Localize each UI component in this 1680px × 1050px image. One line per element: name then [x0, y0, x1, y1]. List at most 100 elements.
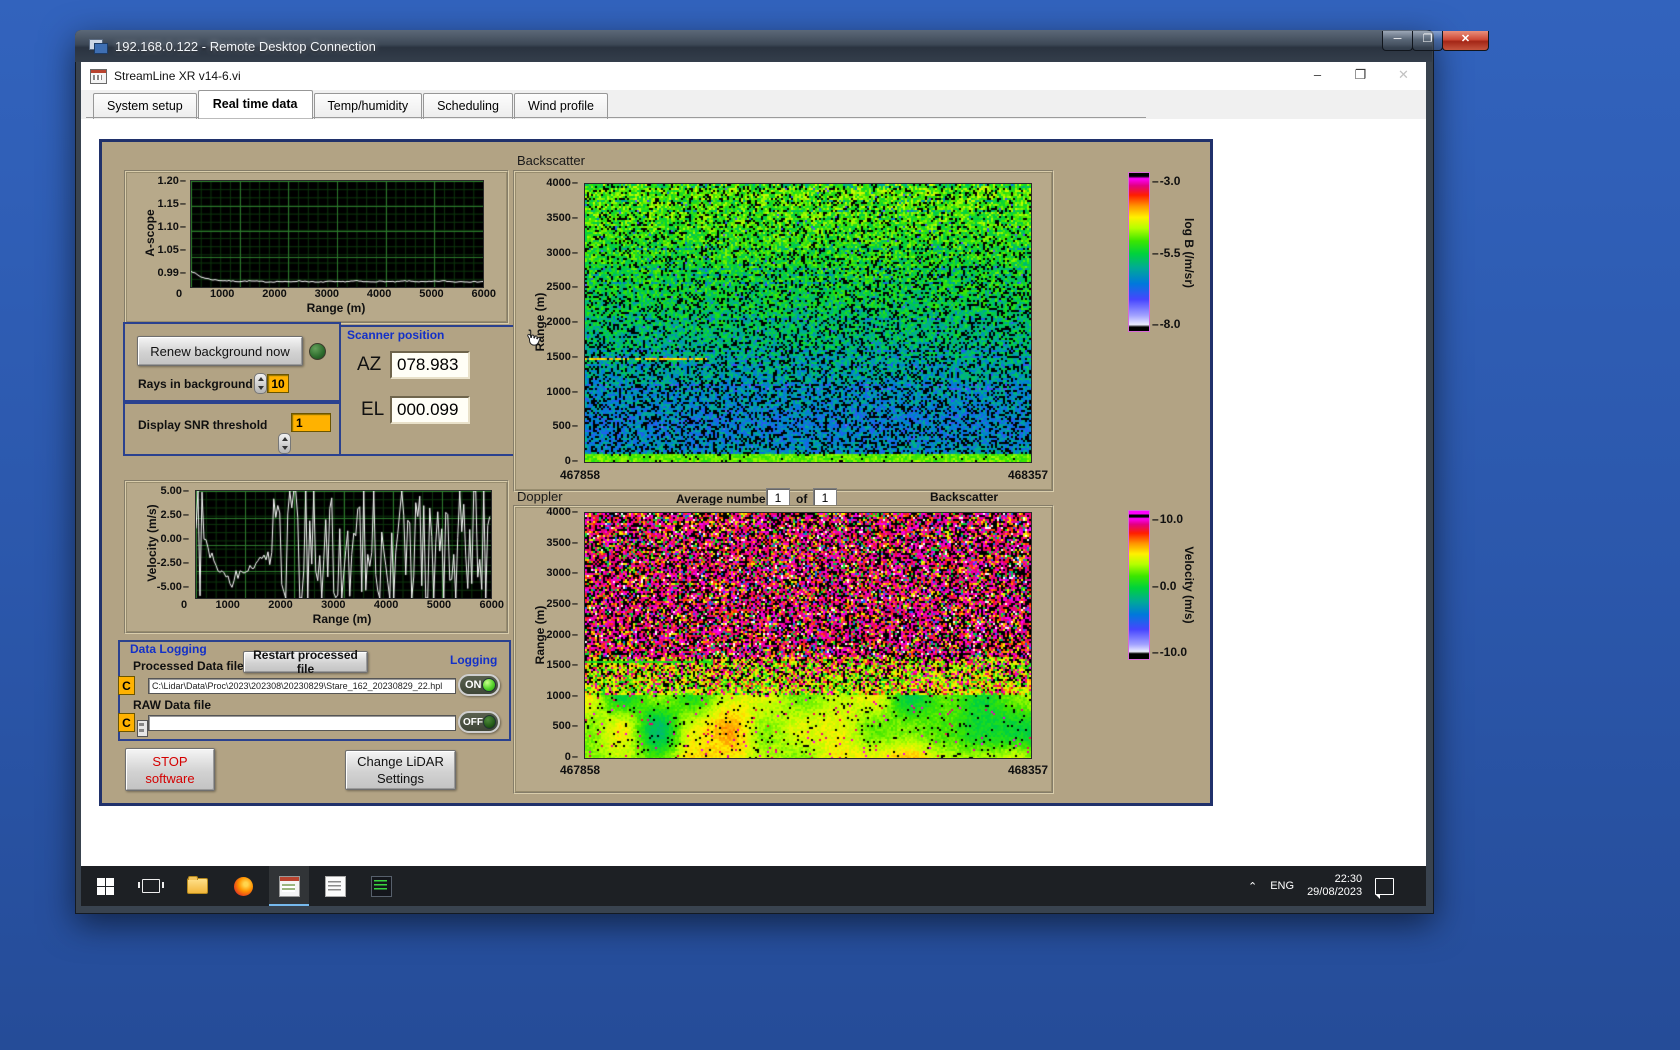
- scan-schedule-icon: [324, 875, 346, 897]
- rays-in-background-value[interactable]: 10: [267, 374, 289, 393]
- doppler-title: Doppler: [517, 489, 563, 504]
- raw-file-label: RAW Data file: [133, 698, 212, 712]
- clock-time: 22:30: [1334, 873, 1363, 885]
- system-tray: ⌃ ENG 22:30 29/08/2023: [1248, 866, 1395, 906]
- data-logging-title: Data Logging: [130, 642, 207, 656]
- processed-file-label: Processed Data file: [133, 659, 244, 673]
- rays-in-background-label: Rays in background: [138, 377, 253, 391]
- processed-logging-toggle[interactable]: ON: [458, 674, 500, 696]
- console-app-button[interactable]: [361, 866, 401, 906]
- processed-drive-badge[interactable]: C: [118, 676, 135, 695]
- change-lidar-settings-button[interactable]: Change LiDAR Settings: [345, 750, 456, 790]
- az-label: AZ: [357, 354, 382, 375]
- tab-wind-profile[interactable]: Wind profile: [513, 93, 608, 119]
- snr-threshold-value[interactable]: 1: [291, 413, 331, 432]
- backscatter-y-axis-label: Range (m): [533, 292, 547, 352]
- doppler-colorbar-label: Velocity (m/s): [1182, 546, 1196, 624]
- scanner-position-box: [339, 325, 520, 456]
- language-indicator[interactable]: ENG: [1270, 880, 1294, 892]
- restart-processed-file-button[interactable]: Restart processed file: [243, 648, 368, 676]
- raw-path-field[interactable]: [148, 715, 456, 731]
- logging-label: Logging: [450, 653, 498, 667]
- tab-temp-humidity[interactable]: Temp/humidity: [313, 93, 423, 119]
- backscatter-x-end: 468357: [1007, 468, 1048, 482]
- tab-real-time-data[interactable]: Real time data: [197, 90, 313, 119]
- doppler-x-end: 468357: [1007, 763, 1048, 777]
- doppler-heatmap: [584, 512, 1032, 759]
- scanner-position-title: Scanner position: [347, 328, 445, 342]
- renew-background-button[interactable]: Renew background now: [137, 336, 303, 366]
- app-minimize-button[interactable]: –: [1296, 62, 1339, 90]
- scan-schedule-button[interactable]: [315, 866, 355, 906]
- ascope-x-axis-caption: Range (m): [306, 301, 366, 315]
- snr-threshold-label: Display SNR threshold: [138, 418, 268, 432]
- change-line1: Change LiDAR: [357, 754, 444, 769]
- mouse-cursor: [527, 329, 541, 346]
- doppler-x-start: 467858: [560, 763, 601, 777]
- task-view-icon: [138, 879, 164, 893]
- snr-threshold-stepper[interactable]: [278, 433, 291, 454]
- processed-path-field[interactable]: C:\Lidar\Data\Proc\2023\202308\20230829\…: [148, 678, 456, 694]
- rdp-window-title: 192.168.0.122 - Remote Desktop Connectio…: [115, 38, 376, 54]
- file-explorer-button[interactable]: [177, 866, 217, 906]
- app-window-title: StreamLine XR v14-6.vi: [114, 69, 241, 83]
- streamline-app-button[interactable]: [269, 866, 309, 906]
- renew-background-led: [309, 343, 326, 360]
- tray-expand-chevron[interactable]: ⌃: [1248, 880, 1257, 893]
- processed-path-browse-icon[interactable]: [137, 720, 148, 737]
- processed-logging-led: [482, 678, 496, 692]
- raw-toggle-label: OFF: [463, 716, 483, 728]
- start-button[interactable]: [85, 866, 125, 906]
- action-center-icon[interactable]: [1375, 877, 1395, 899]
- velocity-x-axis-caption: Range (m): [312, 612, 372, 626]
- stop-software-button[interactable]: STOP software: [125, 748, 215, 791]
- ascope-x-axis: 0 1000 2000 3000 4000 5000 6000: [176, 288, 496, 300]
- app-title-bar[interactable]: StreamLine XR v14-6.vi: [81, 62, 1426, 91]
- stop-line2: software: [145, 770, 195, 786]
- average-number-label: Average number: [676, 492, 771, 506]
- windows-logo-icon: [96, 877, 114, 895]
- velocity-plot: [195, 490, 492, 599]
- rdp-restore-button[interactable]: ❐: [1412, 31, 1443, 51]
- backscatter-title: Backscatter: [517, 153, 585, 168]
- folder-icon: [186, 876, 208, 894]
- raw-logging-led: [483, 715, 496, 729]
- clock-date: 29/08/2023: [1307, 886, 1363, 898]
- velocity-x-axis: 0 1000 2000 3000 4000 5000 6000: [181, 599, 504, 611]
- clock[interactable]: 22:30 29/08/2023: [1307, 873, 1362, 899]
- change-line2: Settings: [377, 771, 424, 786]
- doppler-colorbar: [1128, 510, 1150, 660]
- firefox-icon: [233, 876, 253, 896]
- app-restore-button[interactable]: ❐: [1339, 62, 1382, 90]
- ascope-plot: [190, 180, 484, 288]
- backscatter-colorbar-ticks: -3.0-5.5-8.0: [1152, 174, 1181, 331]
- labview-vi-icon: [90, 68, 107, 84]
- tab-scheduling[interactable]: Scheduling: [423, 93, 513, 119]
- ascope-y-axis-label: A-scope: [143, 209, 157, 257]
- raw-logging-toggle[interactable]: OFF: [458, 711, 500, 733]
- doppler-y-axis-label: Range (m): [533, 605, 547, 665]
- of-label: of: [796, 492, 808, 506]
- backscatter-colorbar: [1128, 172, 1150, 332]
- velocity-y-axis-label: Velocity (m/s): [145, 504, 159, 582]
- processed-toggle-label: ON: [465, 679, 482, 691]
- backscatter-x-start: 467858: [560, 468, 601, 482]
- tab-system-setup[interactable]: System setup: [93, 93, 197, 119]
- tab-strip: System setup Real time data Temp/humidit…: [81, 90, 1426, 119]
- raw-drive-badge[interactable]: C: [118, 713, 135, 732]
- stop-line1: STOP: [152, 753, 188, 769]
- firefox-button[interactable]: [223, 866, 263, 906]
- task-view-button[interactable]: [131, 866, 171, 906]
- streamline-app-icon: [278, 875, 300, 897]
- rdp-close-button[interactable]: ✕: [1442, 31, 1489, 51]
- taskbar: [81, 866, 1426, 906]
- rdp-minimize-button[interactable]: ─: [1382, 31, 1413, 51]
- backscatter-heatmap: [584, 183, 1032, 463]
- rays-in-background-stepper[interactable]: [254, 373, 267, 394]
- el-display: 000.099: [390, 396, 470, 424]
- console-app-icon: [370, 875, 392, 897]
- app-close-button[interactable]: ✕: [1382, 62, 1425, 90]
- rdp-title-bar[interactable]: 192.168.0.122 - Remote Desktop Connectio…: [75, 30, 1432, 62]
- rdp-icon: [89, 39, 108, 54]
- backscatter-colorbar-label: log B (/m/sr): [1182, 217, 1196, 288]
